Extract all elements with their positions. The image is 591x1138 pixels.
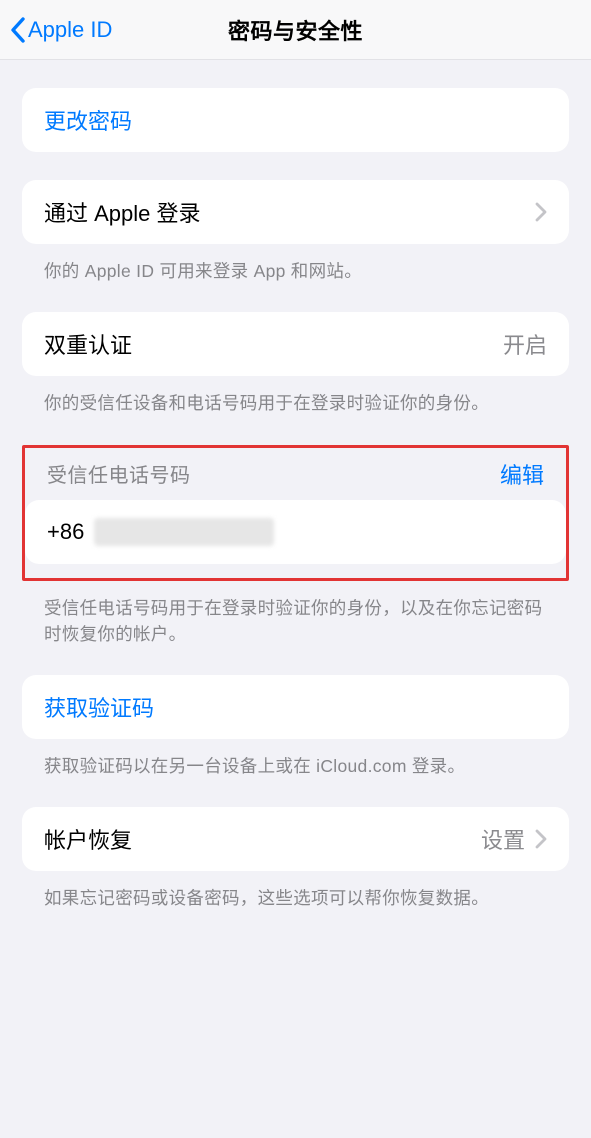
trusted-phone-row[interactable]: +86 [25,500,566,564]
signin-apple-label: 通过 Apple 登录 [44,196,201,228]
account-recovery-value: 设置 [481,823,525,855]
change-password-label: 更改密码 [44,104,132,136]
navigation-bar: Apple ID 密码与安全性 [0,0,591,60]
trusted-phone-header-title: 受信任电话号码 [47,459,191,488]
two-factor-footer: 你的受信任设备和电话号码用于在登录时验证你的身份。 [22,390,569,416]
signin-apple-row[interactable]: 通过 Apple 登录 [22,180,569,244]
get-code-row[interactable]: 获取验证码 [22,675,569,739]
get-code-footer: 获取验证码以在另一台设备上或在 iCloud.com 登录。 [22,753,569,779]
back-button[interactable]: Apple ID [10,16,112,44]
trusted-phone-footer: 受信任电话号码用于在登录时验证你的身份，以及在你忘记密码时恢复你的帐户。 [22,595,569,648]
two-factor-card: 双重认证 开启 [22,312,569,376]
change-password-card: 更改密码 [22,88,569,152]
two-factor-row[interactable]: 双重认证 开启 [22,312,569,376]
signin-apple-footer: 你的 Apple ID 可用来登录 App 和网站。 [22,258,569,284]
signin-apple-card: 通过 Apple 登录 [22,180,569,244]
two-factor-value: 开启 [503,328,547,360]
account-recovery-card: 帐户恢复 设置 [22,807,569,871]
trusted-phone-redacted [94,518,274,546]
change-password-row[interactable]: 更改密码 [22,88,569,152]
chevron-left-icon [10,16,26,44]
chevron-right-icon [535,829,547,849]
account-recovery-row[interactable]: 帐户恢复 设置 [22,807,569,871]
two-factor-label: 双重认证 [44,328,132,360]
account-recovery-label: 帐户恢复 [44,823,132,855]
get-code-label: 获取验证码 [44,691,154,723]
chevron-right-icon [535,202,547,222]
trusted-phone-edit-button[interactable]: 编辑 [500,458,544,490]
account-recovery-footer: 如果忘记密码或设备密码，这些选项可以帮你恢复数据。 [22,885,569,911]
get-code-card: 获取验证码 [22,675,569,739]
back-label: Apple ID [28,17,112,43]
trusted-phone-prefix: +86 [47,519,84,545]
trusted-phone-highlight: 受信任电话号码 编辑 +86 [22,445,569,581]
trusted-phone-card: +86 [25,500,566,564]
trusted-phone-header: 受信任电话号码 编辑 [25,458,566,500]
